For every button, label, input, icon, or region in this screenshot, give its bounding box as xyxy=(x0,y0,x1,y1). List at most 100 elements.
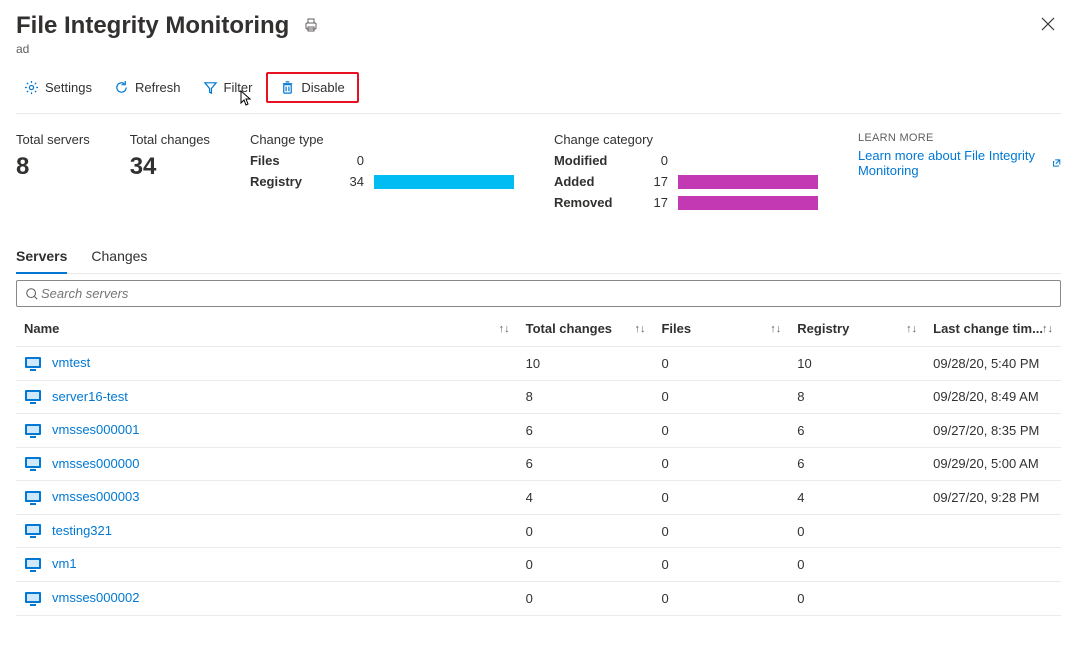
table-row[interactable]: vm1000 xyxy=(16,548,1061,582)
cell-registry: 0 xyxy=(789,548,925,582)
cell-files: 0 xyxy=(653,347,789,381)
col-total-changes[interactable]: Total changes↑↓ xyxy=(518,311,654,347)
refresh-button[interactable]: Refresh xyxy=(106,76,189,99)
metric-name: Added xyxy=(554,174,634,189)
cell-registry: 8 xyxy=(789,380,925,414)
metric-value: 17 xyxy=(644,195,668,210)
cell-name[interactable]: vmsses000002 xyxy=(16,581,518,615)
search-input[interactable] xyxy=(39,285,1052,302)
metric-bar xyxy=(678,196,818,210)
vm-icon xyxy=(24,490,42,506)
cell-registry: 10 xyxy=(789,347,925,381)
cell-total-changes: 0 xyxy=(518,548,654,582)
table-row[interactable]: vmsses00000060609/29/20, 5:00 AM xyxy=(16,447,1061,481)
table-row[interactable]: server16-test80809/28/20, 8:49 AM xyxy=(16,380,1061,414)
cell-name[interactable]: testing321 xyxy=(16,514,518,548)
cell-last-change xyxy=(925,548,1061,582)
cell-files: 0 xyxy=(653,548,789,582)
learn-more-link[interactable]: Learn more about File Integrity Monitori… xyxy=(858,148,1061,178)
cell-last-change: 09/28/20, 8:49 AM xyxy=(925,380,1061,414)
vm-icon xyxy=(24,356,42,372)
cell-registry: 6 xyxy=(789,447,925,481)
cell-name[interactable]: vm1 xyxy=(16,548,518,582)
metric-value: 0 xyxy=(340,153,364,168)
cell-last-change xyxy=(925,581,1061,615)
sort-icon: ↑↓ xyxy=(499,323,510,335)
cell-total-changes: 0 xyxy=(518,514,654,548)
cell-total-changes: 0 xyxy=(518,581,654,615)
cell-name[interactable]: vmsses000001 xyxy=(16,414,518,448)
tab-servers[interactable]: Servers xyxy=(16,240,67,274)
search-box[interactable] xyxy=(16,280,1061,307)
close-icon[interactable] xyxy=(1035,12,1061,38)
col-last-change[interactable]: Last change tim...↑↓ xyxy=(925,311,1061,347)
sort-icon: ↑↓ xyxy=(906,323,917,335)
page-subtitle: ad xyxy=(16,42,1035,56)
metric-name: Removed xyxy=(554,195,634,210)
search-icon xyxy=(25,287,39,301)
cell-files: 0 xyxy=(653,380,789,414)
toolbar: Settings Refresh Filter Disable xyxy=(16,72,1061,114)
metric-value: 17 xyxy=(644,174,668,189)
vm-icon xyxy=(24,423,42,439)
change-type-label: Change type xyxy=(250,132,514,147)
page-title: File Integrity Monitoring xyxy=(16,12,289,40)
cell-last-change: 09/29/20, 5:00 AM xyxy=(925,447,1061,481)
tabs: Servers Changes xyxy=(16,240,1061,274)
filter-button[interactable]: Filter xyxy=(195,76,261,99)
refresh-label: Refresh xyxy=(135,80,181,95)
table-row[interactable]: vmtest1001009/28/20, 5:40 PM xyxy=(16,347,1061,381)
filter-label: Filter xyxy=(224,80,253,95)
vm-icon xyxy=(24,389,42,405)
cell-registry: 6 xyxy=(789,414,925,448)
cell-files: 0 xyxy=(653,414,789,448)
cell-last-change: 09/27/20, 8:35 PM xyxy=(925,414,1061,448)
metric-bar xyxy=(678,175,818,189)
learn-more-heading: LEARN MORE xyxy=(858,132,1061,144)
cell-total-changes: 6 xyxy=(518,447,654,481)
metric-name: Modified xyxy=(554,153,634,168)
cell-name[interactable]: vmsses000000 xyxy=(16,447,518,481)
total-changes-label: Total changes xyxy=(130,132,210,147)
cell-last-change: 09/27/20, 9:28 PM xyxy=(925,481,1061,515)
cell-last-change xyxy=(925,514,1061,548)
cell-name[interactable]: vmsses000003 xyxy=(16,481,518,515)
cell-name[interactable]: vmtest xyxy=(16,347,518,381)
metric-row: Modified0 xyxy=(554,153,818,168)
vm-icon xyxy=(24,591,42,607)
col-name[interactable]: Name↑↓ xyxy=(16,311,518,347)
metric-value: 34 xyxy=(340,174,364,189)
cell-files: 0 xyxy=(653,581,789,615)
settings-button[interactable]: Settings xyxy=(16,76,100,99)
metric-bar xyxy=(374,175,514,189)
sort-icon: ↑↓ xyxy=(1042,323,1053,335)
table-row[interactable]: vmsses000002000 xyxy=(16,581,1061,615)
col-registry[interactable]: Registry↑↓ xyxy=(789,311,925,347)
metric-row: Registry34 xyxy=(250,174,514,189)
print-icon[interactable] xyxy=(303,12,319,40)
disable-label: Disable xyxy=(301,80,344,95)
table-row[interactable]: vmsses00000160609/27/20, 8:35 PM xyxy=(16,414,1061,448)
cell-total-changes: 10 xyxy=(518,347,654,381)
disable-button[interactable]: Disable xyxy=(266,72,358,103)
vm-icon xyxy=(24,456,42,472)
col-files[interactable]: Files↑↓ xyxy=(653,311,789,347)
table-row[interactable]: testing321000 xyxy=(16,514,1061,548)
external-link-icon xyxy=(1052,157,1061,169)
total-servers-label: Total servers xyxy=(16,132,90,147)
total-servers-value: 8 xyxy=(16,153,90,181)
metric-name: Files xyxy=(250,153,330,168)
cell-files: 0 xyxy=(653,514,789,548)
cell-registry: 0 xyxy=(789,581,925,615)
cell-name[interactable]: server16-test xyxy=(16,380,518,414)
tab-changes[interactable]: Changes xyxy=(91,240,147,273)
cell-registry: 4 xyxy=(789,481,925,515)
table-row[interactable]: vmsses00000340409/27/20, 9:28 PM xyxy=(16,481,1061,515)
total-changes-value: 34 xyxy=(130,153,210,181)
cell-total-changes: 6 xyxy=(518,414,654,448)
vm-icon xyxy=(24,557,42,573)
sort-icon: ↑↓ xyxy=(634,323,645,335)
settings-label: Settings xyxy=(45,80,92,95)
metric-row: Added 17 xyxy=(554,174,818,189)
sort-icon: ↑↓ xyxy=(770,323,781,335)
